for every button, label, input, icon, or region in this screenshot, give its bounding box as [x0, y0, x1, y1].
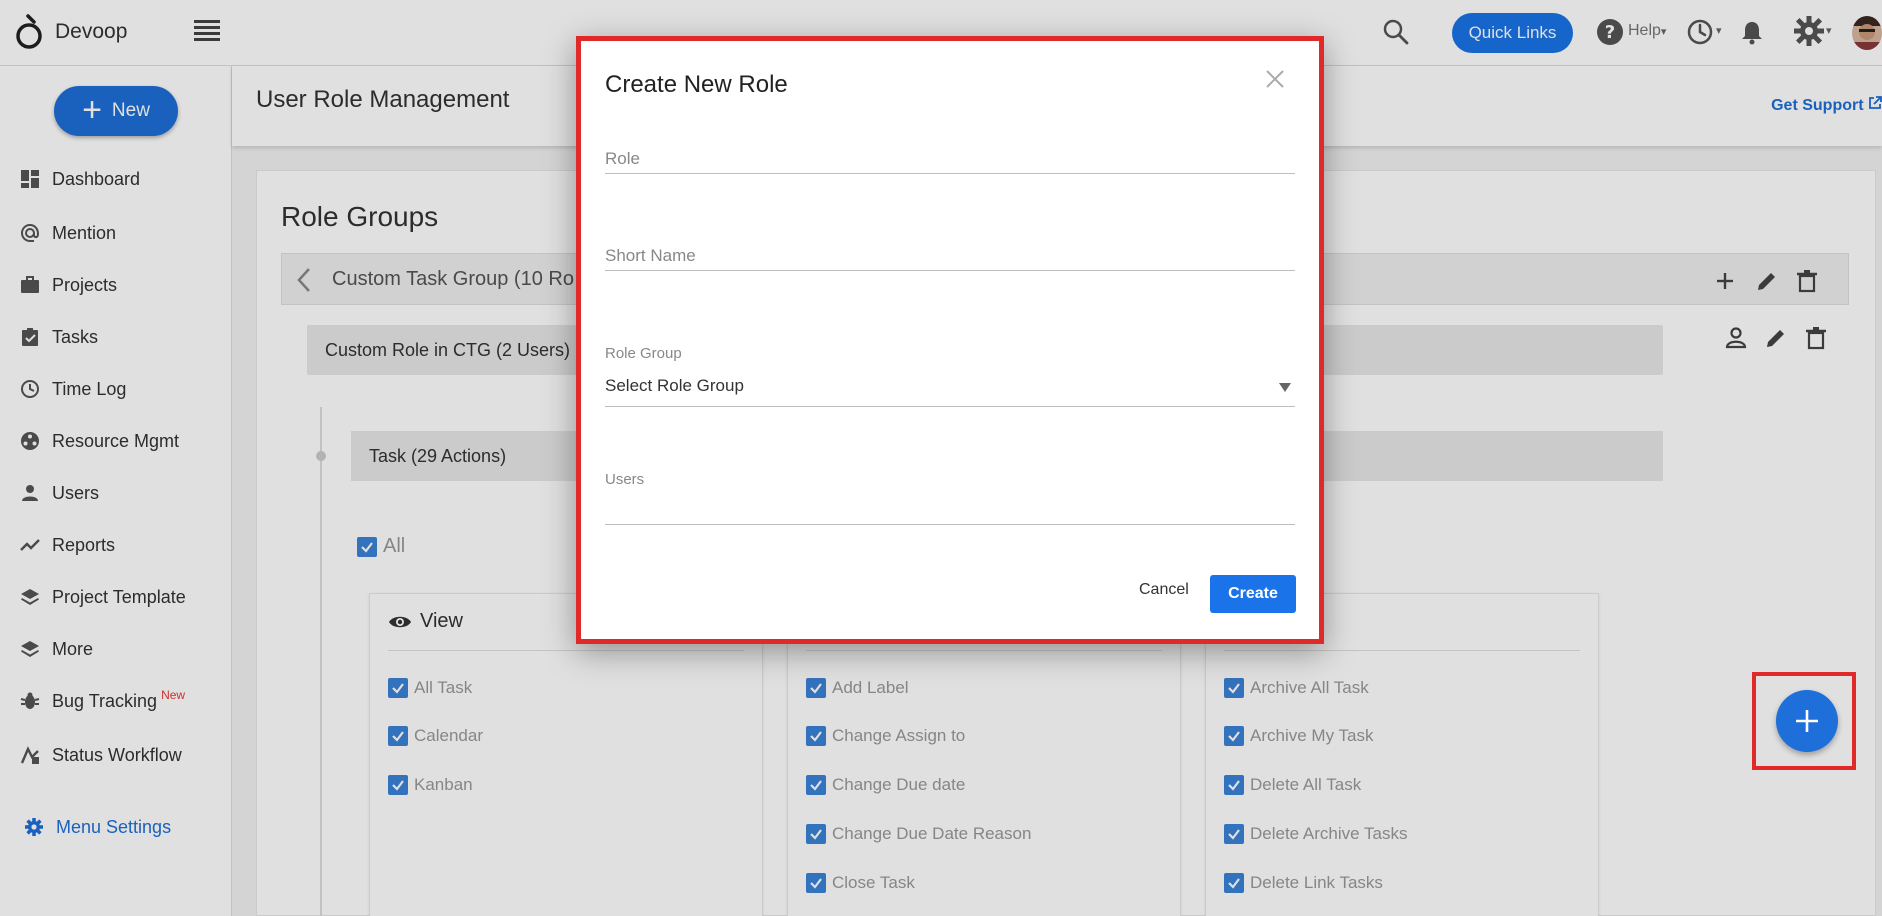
cancel-button[interactable]: Cancel [1139, 581, 1189, 599]
users-input[interactable]: Users [605, 471, 1295, 525]
role-group-label: Role Group [605, 345, 682, 362]
create-button[interactable]: Create [1210, 575, 1296, 613]
create-role-dialog: Create New Role Role Short Name Role Gro… [576, 36, 1324, 644]
users-label: Users [605, 471, 645, 488]
dropdown-caret-icon [1279, 383, 1291, 392]
short-name-placeholder: Short Name [605, 246, 696, 265]
fab-highlight-frame [1752, 672, 1856, 770]
dialog-title: Create New Role [605, 71, 788, 98]
plus-icon [1796, 710, 1818, 732]
role-input[interactable]: Role [605, 149, 1295, 174]
role-group-value: Select Role Group [605, 376, 744, 395]
add-role-fab-button[interactable] [1776, 690, 1838, 752]
close-icon[interactable] [1265, 69, 1285, 89]
short-name-input[interactable]: Short Name [605, 246, 1295, 271]
role-group-select[interactable]: Role Group Select Role Group [605, 345, 1295, 407]
role-placeholder: Role [605, 149, 640, 168]
